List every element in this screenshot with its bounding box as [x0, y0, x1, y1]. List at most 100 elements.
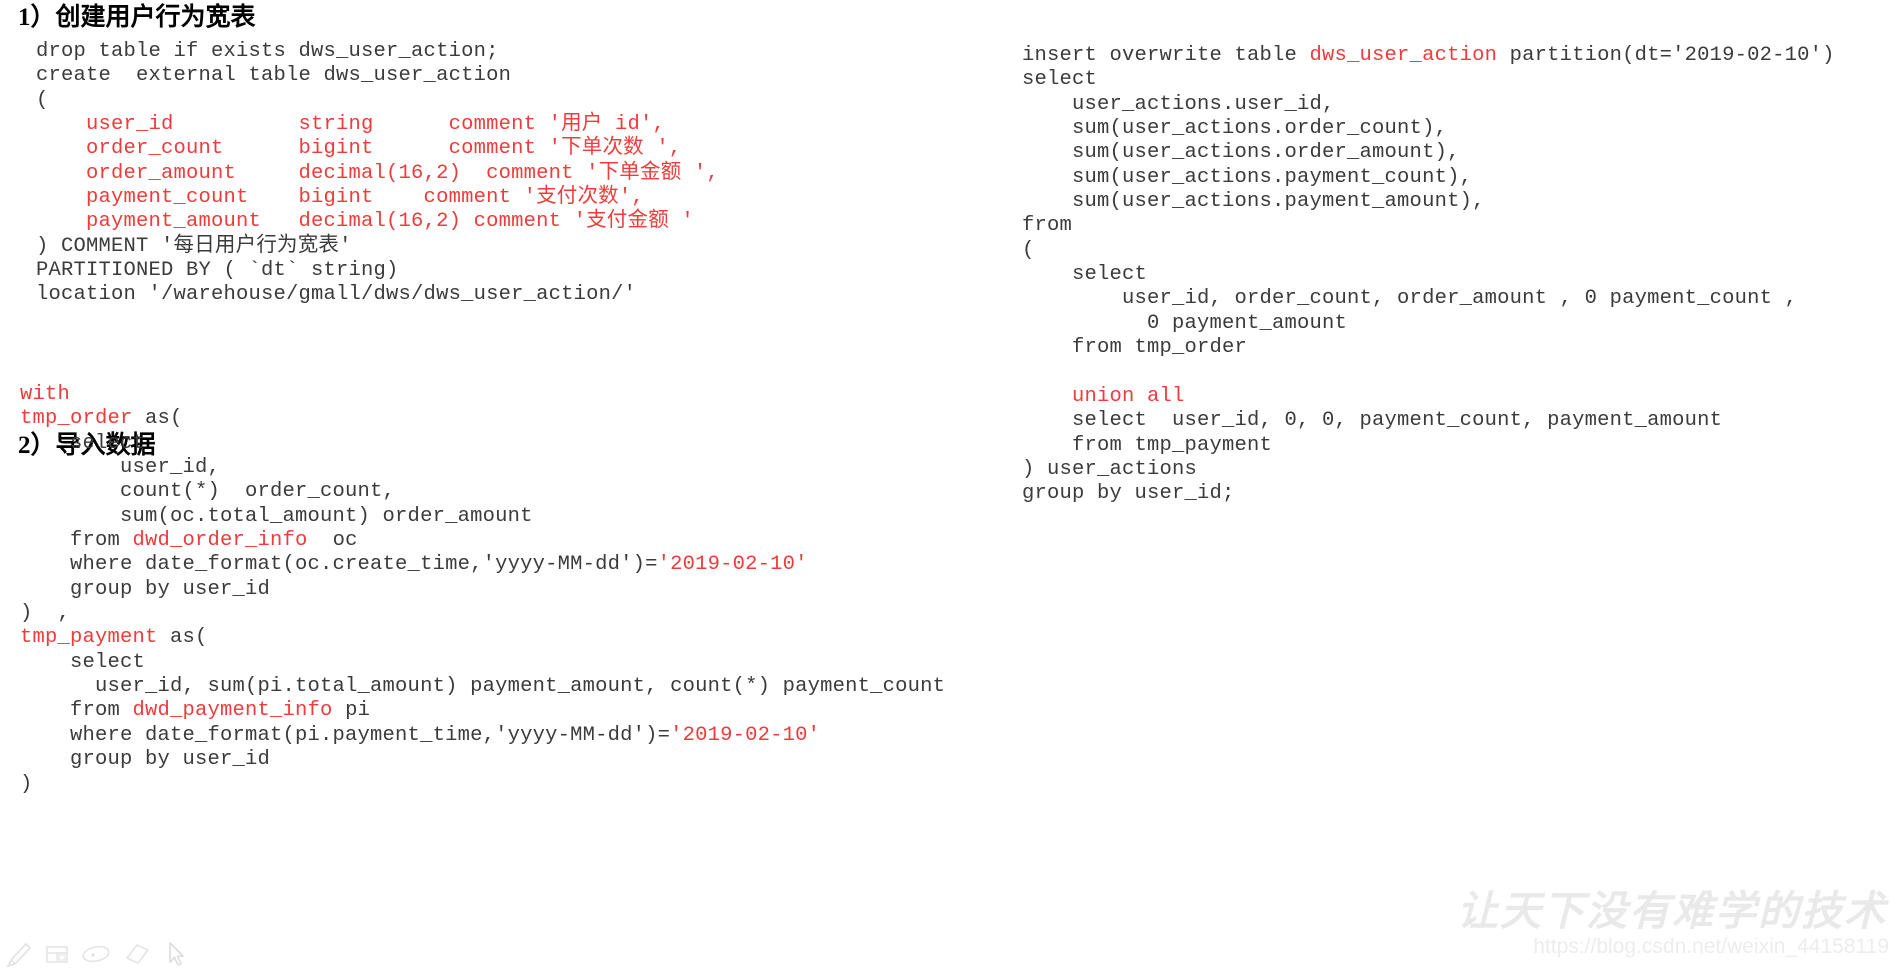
code-text: select: [1022, 68, 1098, 92]
code-line: tmp_order as(: [20, 407, 945, 431]
code-line: union all: [1022, 385, 1835, 409]
eraser-icon[interactable]: [121, 940, 153, 968]
code-text: create external table dws_user_action: [36, 64, 512, 88]
code-text: user_id, order_count, order_amount , 0 p…: [1022, 287, 1798, 311]
code-line: select: [1022, 68, 1835, 92]
code-keyword: dwd_order_info: [132, 529, 308, 553]
code-keyword: union all: [1072, 384, 1185, 408]
code-line: (: [36, 89, 719, 113]
code-text: select: [20, 650, 146, 674]
code-line: select: [20, 651, 945, 675]
watermark: 让天下没有难学的技术 https://blog.csdn.net/weixin_…: [1393, 883, 1893, 967]
code-keyword: tmp_payment: [20, 626, 158, 650]
code-text: (: [36, 88, 49, 112]
cursor-icon[interactable]: [162, 939, 188, 969]
code-text: select: [20, 431, 146, 455]
code-text: sum(user_actions.payment_amount),: [1022, 190, 1485, 214]
code-text: as(: [157, 626, 208, 650]
code-line: from tmp_payment: [1022, 434, 1835, 458]
code-text: partition(dt='2019-02-10'): [1497, 44, 1835, 67]
code-line: create external table dws_user_action: [36, 64, 719, 88]
code-line: 0 payment_amount: [1022, 312, 1835, 336]
code-line: drop table if exists dws_user_action;: [36, 40, 719, 64]
code-line: from: [1022, 214, 1835, 238]
code-text: PARTITIONED BY ( `dt` string): [36, 259, 399, 283]
code-text: group by user_id;: [1022, 482, 1235, 506]
code-keyword: order_count bigint comment '下单次数 ',: [36, 137, 682, 161]
code-text: location '/warehouse/gmall/dws/dws_user_…: [36, 283, 637, 307]
code-block-create-table[interactable]: drop table if exists dws_user_action; cre…: [36, 40, 719, 308]
code-text: user_id, sum(pi.total_amount) payment_am…: [20, 675, 946, 699]
code-text: sum(oc.total_amount) order_amount: [20, 504, 533, 528]
code-text: where date_format(pi.payment_time,'yyyy-…: [20, 723, 671, 747]
code-block-insert-overwrite[interactable]: insert overwrite table dws_user_action p…: [1022, 44, 1835, 507]
code-block-import-data[interactable]: with tmp_order as( select user_id, count(…: [20, 383, 945, 797]
code-line: order_amount decimal(16,2) comment '下单金额…: [36, 162, 719, 186]
code-text: group by user_id: [20, 748, 271, 772]
code-line: count(*) order_count,: [20, 480, 945, 504]
code-text: group by user_id: [20, 577, 271, 601]
table-icon[interactable]: [43, 940, 71, 968]
code-line: from dwd_payment_info pi: [20, 699, 945, 723]
code-keyword: payment_count bigint comment '支付次数',: [36, 186, 644, 210]
code-line: order_count bigint comment '下单次数 ',: [36, 137, 719, 161]
code-text: ): [20, 772, 33, 796]
code-line: where date_format(pi.payment_time,'yyyy-…: [20, 724, 945, 748]
code-keyword: tmp_order: [20, 407, 133, 431]
code-text: user_id,: [20, 456, 221, 480]
code-text: from: [20, 529, 133, 553]
code-text: sum(user_actions.order_count),: [1022, 117, 1448, 141]
code-line: with: [20, 383, 945, 407]
code-text: oc: [307, 529, 358, 553]
code-text: from: [20, 699, 133, 723]
code-line: tmp_payment as(: [20, 626, 945, 650]
code-line: PARTITIONED BY ( `dt` string): [36, 259, 719, 283]
code-text: (: [1022, 238, 1035, 262]
code-line: sum(user_actions.payment_amount),: [1022, 190, 1835, 214]
code-line: payment_count bigint comment '支付次数',: [36, 186, 719, 210]
code-line: ) user_actions: [1022, 458, 1835, 482]
code-text: where date_format(oc.create_time,'yyyy-M…: [20, 553, 658, 577]
ellipse-icon[interactable]: [80, 940, 112, 968]
code-text: from tmp_payment: [1022, 433, 1273, 457]
code-line: sum(user_actions.order_amount),: [1022, 141, 1835, 165]
code-line: select user_id, 0, 0, payment_count, pay…: [1022, 409, 1835, 433]
code-line: user_id,: [20, 456, 945, 480]
code-keyword: payment_amount decimal(16,2) comment '支付…: [36, 210, 694, 234]
code-line: select: [1022, 263, 1835, 287]
code-text: insert overwrite table: [1022, 44, 1310, 67]
watermark-url: https://blog.csdn.net/weixin_44158119: [1533, 935, 1889, 958]
code-keyword: '2019-02-10': [657, 553, 808, 577]
code-line: location '/warehouse/gmall/dws/dws_user_…: [36, 283, 719, 307]
code-line: payment_amount decimal(16,2) comment '支付…: [36, 210, 719, 234]
code-line: group by user_id: [20, 748, 945, 772]
watermark-text: 让天下没有难学的技术: [1457, 888, 1887, 934]
code-line: ) COMMENT '每日用户行为宽表': [36, 235, 719, 259]
code-line: insert overwrite table dws_user_action p…: [1022, 44, 1835, 68]
code-text: ) user_actions: [1022, 457, 1198, 481]
code-keyword: with: [20, 383, 71, 406]
slide-page: { "page": { "background_color": "#ffffff…: [0, 0, 1901, 973]
code-keyword: '2019-02-10': [670, 723, 821, 747]
code-keyword: order_amount decimal(16,2) comment '下单金额…: [36, 161, 719, 185]
code-line: sum(user_actions.payment_count),: [1022, 166, 1835, 190]
code-line: (: [1022, 239, 1835, 263]
code-line: where date_format(oc.create_time,'yyyy-M…: [20, 553, 945, 577]
code-text: from tmp_order: [1022, 336, 1248, 360]
code-keyword: user_id string comment '用户 id',: [36, 113, 665, 137]
pen-icon[interactable]: [4, 939, 34, 969]
code-line: group by user_id: [20, 578, 945, 602]
code-line: ): [20, 773, 945, 797]
code-line: user_id string comment '用户 id',: [36, 113, 719, 137]
code-text: sum(user_actions.payment_count),: [1022, 165, 1473, 189]
code-text: count(*) order_count,: [20, 480, 396, 504]
code-text: from: [1022, 214, 1073, 238]
code-text: as(: [132, 407, 183, 431]
annotation-toolbar[interactable]: [4, 937, 188, 971]
code-text: ) COMMENT '每日用户行为宽表': [36, 234, 352, 258]
code-line: from dwd_order_info oc: [20, 529, 945, 553]
code-line: user_actions.user_id,: [1022, 93, 1835, 117]
code-text: select: [1022, 263, 1148, 287]
code-text: user_actions.user_id,: [1022, 92, 1335, 116]
code-keyword: dwd_payment_info: [132, 699, 333, 723]
